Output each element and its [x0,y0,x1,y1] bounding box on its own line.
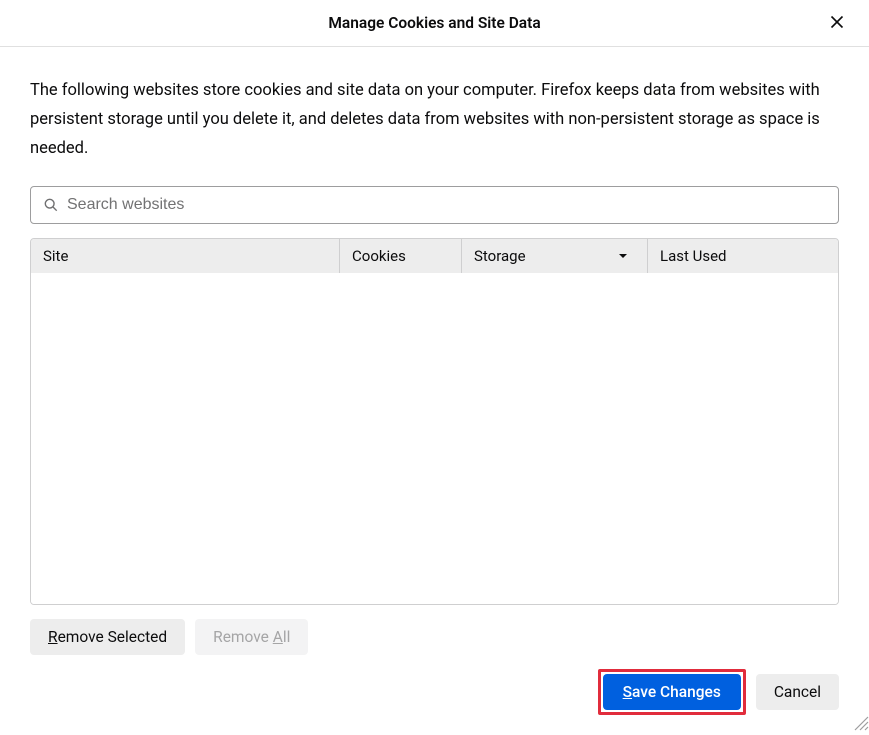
mnemonic-letter: A [273,628,283,646]
column-label: Storage [474,247,526,265]
column-header-storage[interactable]: Storage [461,239,647,273]
table-header-row: Site Cookies Storage Last Used [31,239,838,273]
button-label-rest: emove [223,628,273,646]
dialog-description: The following websites store cookies and… [30,77,839,164]
table-body[interactable] [31,273,838,604]
dialog-content: The following websites store cookies and… [0,47,869,655]
search-input[interactable] [30,186,839,224]
dialog-title: Manage Cookies and Site Data [328,14,540,32]
save-changes-button[interactable]: Save Changes [603,674,741,710]
dialog-footer: Save Changes Cancel [0,655,869,731]
cancel-button[interactable]: Cancel [756,674,839,710]
close-icon [829,14,845,33]
save-button-highlight: Save Changes [598,669,746,715]
remove-selected-button[interactable]: Remove Selected [30,619,185,655]
manage-cookies-dialog: Manage Cookies and Site Data The followi… [0,0,869,731]
resize-grip[interactable] [851,713,869,731]
column-label: Cookies [352,247,406,265]
column-label: Last Used [660,247,727,265]
remove-all-button[interactable]: Remove All [195,619,308,655]
search-icon [44,198,58,212]
column-label: Site [43,247,68,265]
button-label-rest: ave Changes [632,683,721,701]
mnemonic-letter: R [48,628,58,646]
cookies-table: Site Cookies Storage Last Used [30,238,839,605]
column-header-site[interactable]: Site [31,239,339,273]
dialog-header: Manage Cookies and Site Data [0,0,869,47]
column-header-last-used[interactable]: Last Used [647,239,838,273]
button-label-tail: ll [283,628,291,646]
button-label: Cancel [774,683,821,701]
close-button[interactable] [821,7,853,39]
button-label-prefix: R [213,628,223,646]
action-button-row: Remove Selected Remove All [30,605,839,655]
sort-descending-icon [617,250,629,262]
button-label-rest: emove Selected [58,628,168,646]
mnemonic-letter: S [623,683,632,701]
search-container [30,186,839,224]
column-header-cookies[interactable]: Cookies [339,239,461,273]
